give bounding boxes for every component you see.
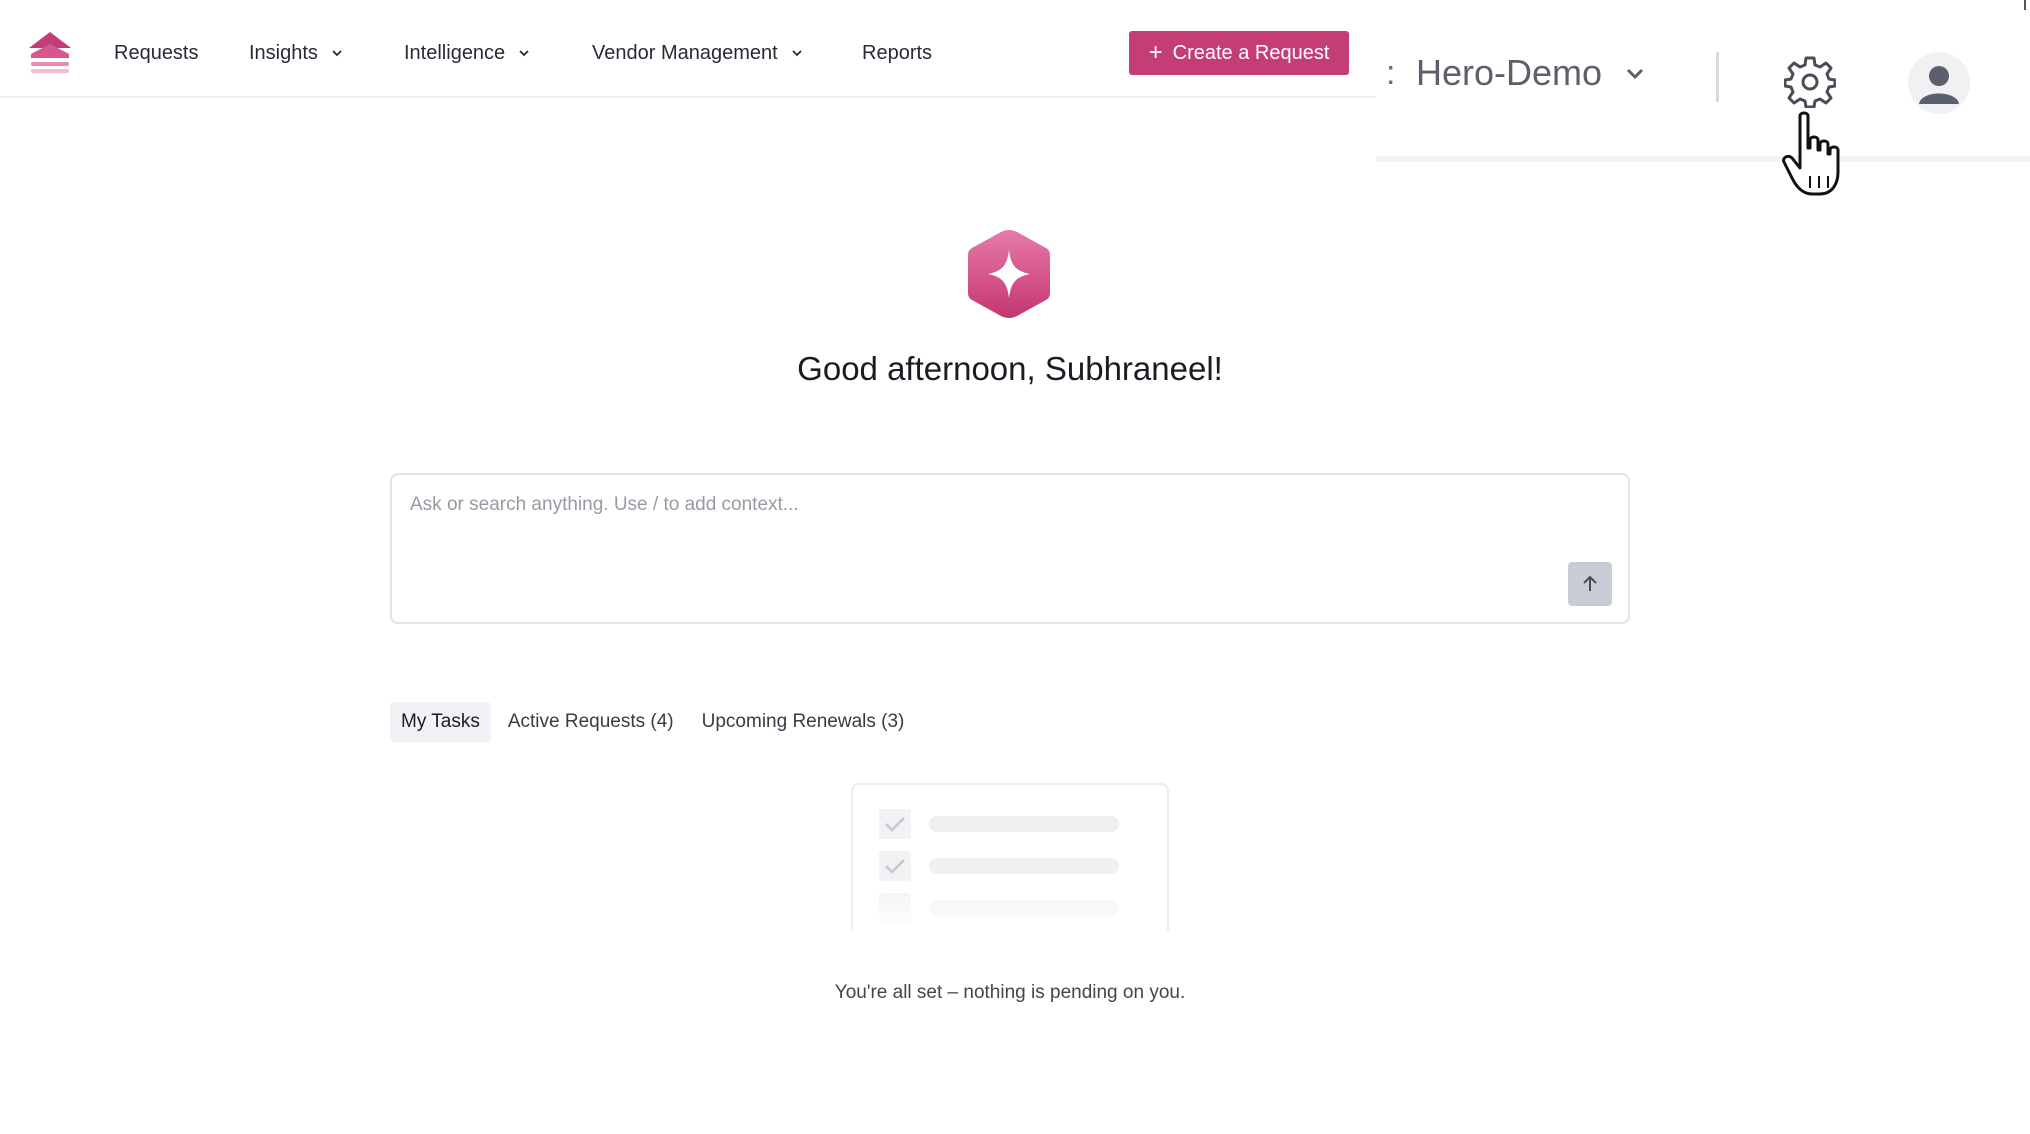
placeholder-bar <box>929 858 1119 874</box>
workspace-separator: : <box>1386 54 1396 92</box>
tab-active-requests[interactable]: Active Requests (4) <box>497 702 685 742</box>
ask-search-input[interactable] <box>408 493 1592 517</box>
plus-icon: + <box>1148 39 1163 66</box>
placeholder-row <box>879 809 1119 839</box>
nav-insights[interactable]: Insights <box>249 40 344 66</box>
ai-sparkle-logo <box>968 230 1050 318</box>
nav-intelligence-label: Intelligence <box>404 42 506 64</box>
nav-intelligence[interactable]: Intelligence <box>404 40 531 66</box>
placeholder-bar <box>929 816 1119 832</box>
checkbox-placeholder <box>879 893 911 923</box>
chevron-down-icon <box>519 50 529 57</box>
nav-vendor-management[interactable]: Vendor Management <box>592 40 804 66</box>
top-navbar: Requests Insights Intelligence Vendor Ma… <box>0 0 1376 98</box>
workspace-name: Hero-Demo <box>1416 52 1603 93</box>
nav-vendor-management-label: Vendor Management <box>592 42 778 64</box>
greeting-heading: Good afternoon, Subhraneel! <box>797 350 1223 387</box>
create-request-label: Create a Request <box>1172 41 1330 64</box>
tab-upcoming-renewals[interactable]: Upcoming Renewals (3) <box>691 702 916 742</box>
tab-my-tasks[interactable]: My Tasks <box>390 702 491 742</box>
user-icon <box>1919 66 1959 104</box>
company-logo[interactable] <box>29 32 71 74</box>
hand-pointer-cursor-icon <box>1782 111 1840 196</box>
check-icon <box>879 851 911 881</box>
nav-requests[interactable]: Requests <box>114 40 199 66</box>
placeholder-row <box>879 851 1119 881</box>
empty-state-message: You're all set – nothing is pending on y… <box>834 982 1186 1003</box>
placeholder-row <box>879 893 1119 923</box>
chevron-down-icon <box>332 50 342 57</box>
workspace-selector[interactable]: Hero-Demo <box>1416 52 1646 94</box>
check-icon <box>879 809 911 839</box>
empty-state-illustration <box>851 783 1169 931</box>
window-edge <box>2024 0 2026 10</box>
ask-search-box[interactable] <box>390 473 1630 624</box>
placeholder-bar <box>929 900 1119 916</box>
chevron-down-icon <box>792 50 802 57</box>
nav-insights-label: Insights <box>249 42 318 64</box>
nav-reports[interactable]: Reports <box>862 40 932 66</box>
user-avatar[interactable] <box>1908 52 1970 114</box>
nav-reports-label: Reports <box>862 42 933 64</box>
create-request-button[interactable]: + Create a Request <box>1129 31 1349 75</box>
arrow-up-icon <box>1583 575 1597 591</box>
gear-icon[interactable] <box>1784 56 1836 108</box>
nav-requests-label: Requests <box>114 42 199 64</box>
send-button[interactable] <box>1568 562 1612 606</box>
task-tabs: My Tasks Active Requests (4) Upcoming Re… <box>390 702 921 742</box>
chevron-down-icon <box>1626 68 1644 80</box>
header-divider <box>1716 52 1719 102</box>
